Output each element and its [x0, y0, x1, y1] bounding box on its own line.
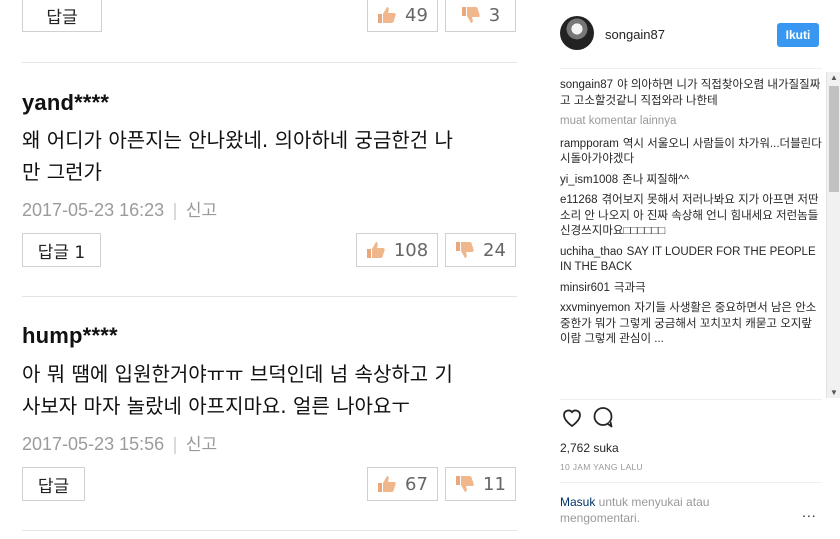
comment-text: 왜 어디가 아픈지는 안나왔네. 의아하네 궁금한건 나 만 그런가	[22, 128, 453, 184]
comment-user[interactable]: yi_ism1008	[560, 174, 618, 186]
comment-user[interactable]: minsir601	[560, 282, 610, 294]
comments-scrollbar[interactable]: ▲ ▼	[826, 72, 840, 398]
login-link[interactable]: Masuk	[560, 495, 595, 509]
divider	[560, 68, 822, 69]
follow-button[interactable]: Ikuti	[777, 23, 819, 47]
comment-meta: 2017-05-23 15:56 | 신고	[22, 434, 218, 455]
thumbs-up-icon	[378, 7, 396, 23]
dislike-button[interactable]: 11	[445, 467, 516, 501]
divider	[22, 296, 517, 297]
comment-username: hump****	[22, 323, 118, 348]
post-timestamp: 10 JAM YANG LALU	[560, 462, 643, 472]
more-icon[interactable]: ...	[802, 504, 817, 520]
comment-user[interactable]: rampporam	[560, 138, 619, 150]
comment-meta: 2017-05-23 16:23 | 신고	[22, 200, 218, 221]
load-more-comments[interactable]: muat komentar lainnya	[560, 114, 822, 130]
report-link[interactable]: 신고	[186, 435, 217, 455]
like-button[interactable]: 67	[367, 467, 438, 501]
reply-button[interactable]: 답글	[22, 467, 85, 501]
dislike-button[interactable]: 24	[445, 233, 516, 267]
likes-count[interactable]: 2,762 suka	[560, 441, 619, 455]
comment-icon[interactable]	[591, 405, 615, 429]
comment-date: 2017-05-23 15:56	[22, 434, 165, 454]
like-button[interactable]: 108	[356, 233, 438, 267]
thumbs-down-icon	[456, 242, 474, 258]
heart-icon[interactable]	[560, 405, 584, 429]
comment-user[interactable]: songain87	[560, 79, 613, 91]
divider	[22, 530, 517, 531]
comment-text: 아 뭐 땜에 입원한거야ㅠㅠ 브덕인데 넘 속상하고 기 사보자 마자 놀랐네 …	[22, 362, 453, 418]
comment-user[interactable]: uchiha_thao	[560, 246, 623, 258]
thumbs-up-icon	[378, 476, 396, 492]
comment-username: yand****	[22, 90, 110, 115]
avatar[interactable]	[560, 16, 594, 50]
thumbs-down-icon	[456, 476, 474, 492]
list-item: e11268 겪어보지 못해서 저러나봐요 지가 아프면 저딴 소리 안 나오지 …	[560, 194, 819, 237]
comments-panel: 답글 49 3 yand**** 왜 어디가 아픈지는 안나왔네. 의아하네 궁…	[0, 0, 540, 539]
thumbs-down-icon	[461, 7, 480, 23]
divider	[22, 62, 517, 63]
comment-user[interactable]: e11268	[560, 194, 598, 206]
divider	[560, 482, 822, 483]
comment-user[interactable]: xxvminyemon	[560, 302, 630, 314]
list-item: rampporam 역시 서울오니 사람들이 차가워...더블린다시돌아가야겠다	[560, 137, 822, 166]
profile-handle[interactable]: songain87	[605, 27, 665, 42]
scrollbar-thumb[interactable]	[829, 86, 839, 192]
list-item: uchiha_thao SAY IT LOUDER FOR THE PEOPLE …	[560, 245, 816, 274]
report-link[interactable]: 신고	[186, 201, 217, 221]
list-item: yi_ism1008 존나 찌질해^^	[560, 173, 690, 186]
scroll-up-icon[interactable]: ▲	[830, 73, 838, 82]
post-actions	[560, 405, 620, 431]
instagram-panel: songain87 Ikuti songain87 야 의아하면 니가 직접찾아오…	[540, 0, 840, 539]
reply-button[interactable]: 답글	[22, 0, 102, 32]
caption: songain87 야 의아하면 니가 직접찾아오렴 내가질질짜고 고소할것같니 …	[560, 78, 822, 109]
reply-button[interactable]: 답글 1	[22, 233, 101, 267]
login-prompt: Masuk untuk menyukai atau mengomentari.	[560, 495, 710, 525]
comment-date: 2017-05-23 16:23	[22, 200, 165, 220]
list-item: xxvminyemon 자기들 사생활은 중요하면서 남은 안소중한가 뭐가 그렇…	[560, 302, 817, 345]
dislike-button[interactable]: 3	[445, 0, 516, 32]
like-button[interactable]: 49	[367, 0, 438, 32]
comment-list: songain87 야 의아하면 니가 직접찾아오렴 내가질질짜고 고소할것같니 …	[560, 78, 822, 396]
list-item: minsir601 극과극	[560, 281, 646, 294]
scroll-down-icon[interactable]: ▼	[830, 388, 838, 397]
divider	[560, 399, 822, 400]
thumbs-up-icon	[366, 242, 385, 258]
